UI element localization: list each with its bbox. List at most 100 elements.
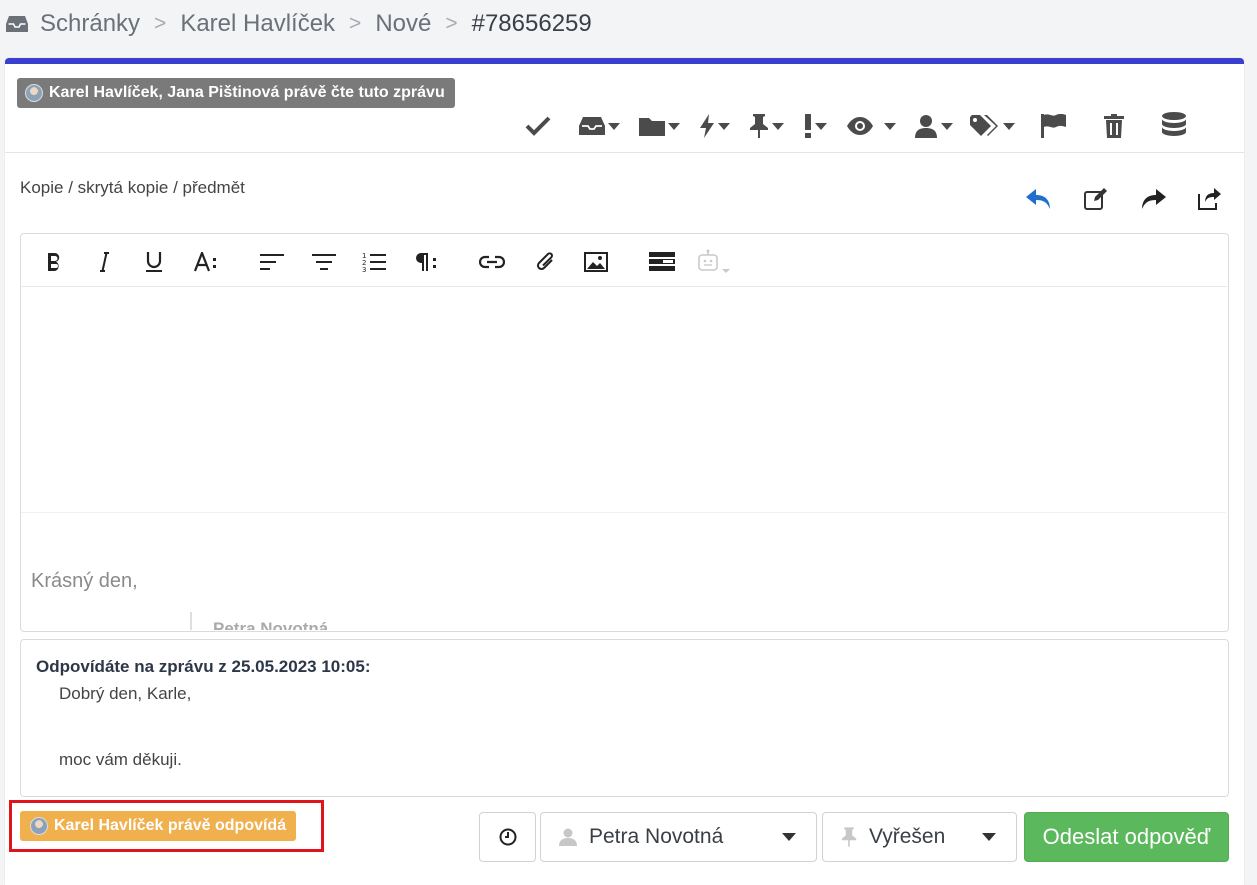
breadcrumb-separator: >: [154, 12, 167, 35]
exclamation-icon: [804, 114, 811, 138]
bold-icon: [48, 253, 60, 271]
move-inbox-button[interactable]: [568, 106, 630, 146]
italic-button[interactable]: [84, 244, 124, 280]
check-icon: [525, 116, 551, 136]
database-icon: [1162, 112, 1186, 136]
cc-bcc-subject-link[interactable]: Kopie / skrytá kopie / předmět: [20, 178, 245, 198]
forward-icon: [1141, 189, 1166, 209]
underline-icon: [146, 252, 162, 272]
archive-button[interactable]: [1142, 106, 1206, 146]
avatar: [30, 817, 48, 835]
signature-greeting: Krásný den,: [31, 570, 138, 592]
pin-icon: [749, 114, 768, 138]
user-icon: [559, 828, 577, 846]
ordered-list-button[interactable]: 123: [354, 244, 394, 280]
share-button[interactable]: [1181, 182, 1238, 216]
align-center-icon: [312, 254, 336, 270]
paperclip-icon: [536, 252, 553, 271]
signature-separator: [21, 512, 1226, 513]
quoted-sender-name: Petra Novotná: [213, 619, 329, 630]
flag-icon: [1041, 114, 1066, 138]
send-reply-button[interactable]: Odeslat odpověď: [1024, 812, 1229, 862]
link-icon: [479, 255, 505, 269]
align-left-icon: [260, 254, 284, 270]
chevron-down-icon: [982, 833, 996, 841]
chevron-down-icon: [667, 122, 680, 130]
breadcrumb-inboxes[interactable]: Schránky: [40, 10, 140, 38]
chevron-down-icon: [940, 122, 953, 130]
bolt-icon: [699, 114, 714, 138]
actions-button[interactable]: [688, 106, 740, 146]
chevron-down-icon: [1002, 122, 1015, 130]
trash-icon: [1104, 114, 1124, 138]
move-folder-button[interactable]: [630, 106, 688, 146]
reading-presence-text: Karel Havlíček, Jana Pištinová právě čte…: [49, 84, 445, 101]
mark-done-button[interactable]: [508, 106, 568, 146]
svg-text:3: 3: [362, 266, 366, 272]
pin-button[interactable]: [740, 106, 792, 146]
tags-icon: [969, 115, 998, 136]
edit-icon: [1083, 188, 1107, 210]
font-size-icon: [194, 252, 216, 272]
italic-icon: [100, 252, 109, 272]
insert-link-button[interactable]: [472, 244, 512, 280]
paragraph-button[interactable]: [406, 244, 446, 280]
align-center-button[interactable]: [304, 244, 344, 280]
forward-button[interactable]: [1124, 182, 1181, 216]
breadcrumb-mailbox[interactable]: Karel Havlíček: [180, 10, 335, 38]
chevron-down-icon: [717, 122, 730, 130]
attach-file-button[interactable]: [526, 244, 566, 280]
user-icon: [914, 115, 937, 138]
delete-button[interactable]: [1086, 106, 1142, 146]
assignee-select[interactable]: Petra Novotná: [540, 812, 817, 862]
ticket-toolbar: [508, 106, 1206, 146]
status-value: Vyřešen: [869, 825, 946, 848]
flag-button[interactable]: [1022, 106, 1086, 146]
breadcrumb-separator: >: [349, 12, 362, 35]
clock-icon: [499, 828, 516, 846]
breadcrumb-folder[interactable]: Nové: [375, 10, 431, 38]
reply-button[interactable]: [1010, 182, 1067, 216]
avatar: [25, 84, 43, 102]
templates-icon: [649, 252, 675, 271]
reply-context-line: Dobrý den, Karle,: [59, 684, 192, 703]
tags-button[interactable]: [962, 106, 1022, 146]
reply-context-line: moc vám děkuji.: [59, 750, 182, 769]
breadcrumb-ticket-id: #78656259: [471, 10, 592, 37]
breadcrumb-separator: >: [445, 12, 458, 35]
priority-button[interactable]: [792, 106, 838, 146]
schedule-send-button[interactable]: [479, 812, 536, 862]
reply-context-title: Odpovídáte na zprávu z 25.05.2023 10:05:: [36, 657, 371, 676]
ordered-list-icon: 123: [362, 252, 386, 272]
font-size-button[interactable]: [186, 244, 226, 280]
assign-user-button[interactable]: [904, 106, 962, 146]
divider: [5, 152, 1244, 153]
image-icon: [584, 252, 608, 272]
answering-presence-badge: Karel Havlíček právě odpovídá: [20, 811, 297, 841]
editor-toolbar: 123: [20, 236, 1227, 287]
eye-icon: [847, 117, 873, 135]
ai-assistant-button[interactable]: [694, 244, 734, 280]
pin-icon: [841, 827, 857, 847]
paragraph-icon: [416, 253, 436, 271]
chevron-down-icon: [771, 122, 784, 130]
breadcrumb: Schránky > Karel Havlíček > Nové > #7865…: [6, 8, 592, 40]
share-icon: [1197, 188, 1221, 210]
robot-icon: [698, 249, 730, 273]
templates-button[interactable]: [642, 244, 682, 280]
reply-actions: [1010, 182, 1238, 216]
editor-content-area[interactable]: [21, 287, 1226, 512]
bold-button[interactable]: [34, 244, 74, 280]
underline-button[interactable]: [134, 244, 174, 280]
chevron-down-icon: [607, 122, 620, 130]
chevron-down-icon: [884, 122, 896, 130]
reply-icon: [1025, 189, 1050, 209]
chevron-down-icon: [814, 122, 827, 130]
visibility-button[interactable]: [838, 106, 904, 146]
align-left-button[interactable]: [252, 244, 292, 280]
status-select[interactable]: Vyřešen: [822, 812, 1017, 862]
folder-icon: [638, 118, 665, 136]
note-button[interactable]: [1067, 182, 1124, 216]
reading-presence-badge: Karel Havlíček, Jana Pištinová právě čte…: [17, 78, 455, 108]
insert-image-button[interactable]: [576, 244, 616, 280]
